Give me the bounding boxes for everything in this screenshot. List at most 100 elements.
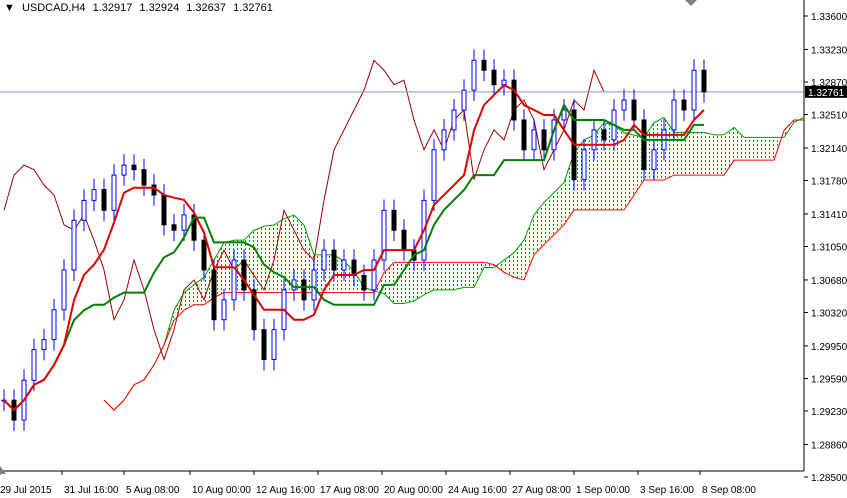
candle-body <box>461 89 467 111</box>
y-tick-label: 1.31050 <box>811 243 847 254</box>
x-tick-label: 3 Sep 16:00 <box>640 485 694 496</box>
price-chart[interactable]: 1.336001.332301.328701.325101.321401.317… <box>0 0 847 498</box>
candle-body <box>301 279 307 301</box>
y-tick-label: 1.31410 <box>811 210 847 221</box>
ichimoku-cloud-segment <box>714 134 724 176</box>
y-tick-label: 1.28500 <box>811 473 847 484</box>
candle-body <box>371 259 377 291</box>
candle-body <box>181 214 187 231</box>
x-tick-label: 12 Aug 16:00 <box>256 485 315 496</box>
candle-body <box>331 249 337 271</box>
candle-body <box>161 194 167 226</box>
x-tick-label: 10 Aug 00:00 <box>192 485 251 496</box>
chart-header: ▼ USDCAD,H4 1.32917 1.32924 1.32637 1.32… <box>4 2 277 14</box>
ichimoku-cloud-segment <box>764 137 774 161</box>
candle-body <box>241 259 247 291</box>
candle-body <box>81 199 87 221</box>
x-tick-label: 27 Aug 08:00 <box>512 485 571 496</box>
collapse-arrow-icon[interactable]: ▼ <box>4 2 15 14</box>
x-tick-label: 1 Sep 00:00 <box>576 485 630 496</box>
candle-body <box>311 269 317 301</box>
ichimoku-cloud-segment <box>624 132 634 210</box>
candle-body <box>221 299 227 321</box>
candle-body <box>621 99 627 111</box>
y-tick-label: 1.30320 <box>811 308 847 319</box>
candle-body <box>471 59 477 91</box>
chart-shift-marker-icon[interactable] <box>685 0 697 6</box>
candle-body <box>341 259 347 271</box>
symbol-label: USDCAD,H4 <box>21 2 86 14</box>
ichimoku-cloud-segment <box>454 262 464 290</box>
candle-body <box>151 184 157 196</box>
candle-body <box>111 174 117 211</box>
candle-body <box>31 349 37 381</box>
ichimoku-cloud-segment <box>674 132 684 176</box>
candle-body <box>91 189 97 201</box>
candle-body <box>651 149 657 171</box>
candle-body <box>631 99 637 121</box>
candle-body <box>51 309 57 341</box>
candle-body <box>601 129 607 141</box>
close-price: 1.32761 <box>233 2 273 14</box>
candle-body <box>501 79 507 86</box>
high-price: 1.32924 <box>139 2 180 14</box>
y-tick-label: 1.33600 <box>811 12 847 23</box>
candle-body <box>441 129 447 151</box>
candle-body <box>351 259 357 276</box>
candle-body <box>531 129 537 151</box>
candle-body <box>211 269 217 321</box>
ichimoku-cloud-segment <box>434 262 444 290</box>
y-tick-label: 1.29230 <box>811 407 847 418</box>
candle-body <box>671 99 677 131</box>
candle-body <box>201 239 207 271</box>
x-tick-label: 20 Aug 00:00 <box>384 485 443 496</box>
candle-body <box>41 339 47 351</box>
candle-body <box>431 149 437 201</box>
chart-window[interactable]: 1.33600 1.33230 1.32870 1.32510 1.32140 1.317… <box>0 0 847 498</box>
ichimoku-cloud-segment <box>414 262 424 301</box>
candle-body <box>271 329 277 360</box>
candle-body <box>141 169 147 186</box>
x-tick-label: 29 Jul 2015 <box>0 485 52 496</box>
ichimoku-cloud-segment <box>384 262 394 304</box>
open-price: 1.32917 <box>92 2 133 14</box>
ichimoku-cloud-segment <box>744 137 754 161</box>
candle-body <box>481 59 487 71</box>
candle-body <box>561 109 567 121</box>
scroll-marker-icon <box>0 466 6 474</box>
candle-body <box>231 259 237 301</box>
candle-body <box>701 69 707 93</box>
ichimoku-cloud-segment <box>464 262 474 288</box>
candle-body <box>261 329 267 360</box>
current-price-label: 1.32761 <box>808 88 845 99</box>
candle-body <box>391 209 397 231</box>
x-tick-label: 8 Sep 08:00 <box>702 485 756 496</box>
candle-body <box>101 189 107 211</box>
candle-body <box>581 149 587 181</box>
low-price: 1.32637 <box>186 2 227 14</box>
ichimoku-cloud-segment <box>274 218 284 293</box>
candle-body <box>491 69 497 86</box>
ichimoku-cloud-segment <box>524 214 534 280</box>
y-tick-label: 1.28860 <box>811 440 847 451</box>
candle-body <box>641 119 647 171</box>
candle-body <box>451 109 457 131</box>
candle-body <box>681 99 687 111</box>
candle-body <box>321 249 327 271</box>
y-tick-label: 1.33230 <box>811 45 847 56</box>
candle-body <box>121 164 127 176</box>
y-tick-label: 1.31780 <box>811 177 847 188</box>
y-tick-label: 1.32140 <box>811 144 847 155</box>
ichimoku-cloud-segment <box>264 225 274 293</box>
candle-body <box>591 129 597 151</box>
ichimoku-cloud-segment <box>704 132 714 176</box>
y-tick-label: 1.29950 <box>811 342 847 353</box>
candle-body <box>131 164 137 171</box>
candle-body <box>171 224 177 231</box>
ichimoku-cloud-segment <box>424 262 434 295</box>
candle-body <box>71 219 77 271</box>
candle-body <box>691 69 697 111</box>
x-tick-label: 31 Jul 16:00 <box>64 485 119 496</box>
y-tick-label: 1.29590 <box>811 374 847 385</box>
candle-body <box>61 269 67 311</box>
